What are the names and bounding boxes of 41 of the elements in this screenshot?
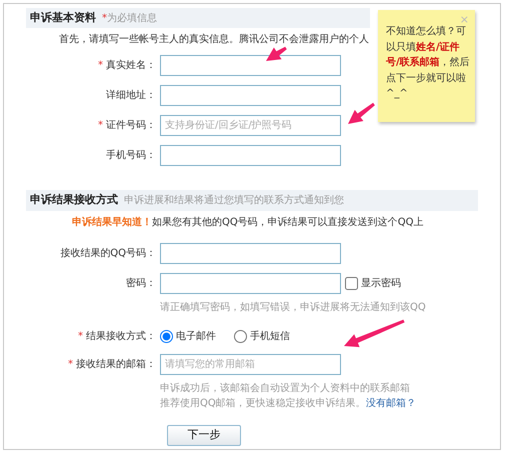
intro-text: 首先，请填写一些帐号主人的真实信息。腾讯公司不会泄露用户的个人: [59, 34, 369, 46]
intro-text: 如果您有其他的QQ号码，申诉结果可以直接发送到这个QQ上: [152, 216, 424, 228]
text-field[interactable]: [160, 55, 341, 76]
required-asterisk: *: [98, 59, 103, 72]
section-title: 申诉基本资料: [30, 11, 96, 26]
no-email-link[interactable]: 没有邮箱？: [366, 398, 416, 409]
notice-lead: 申诉结果早知道！: [72, 216, 152, 228]
field-label: 结果接收方式：: [86, 330, 156, 344]
section-note: *为必填信息: [102, 12, 157, 25]
section-note: 申诉进展和结果将通过您填写的联系方式通知到您: [124, 194, 344, 208]
required-asterisk: *: [98, 119, 103, 132]
checkbox[interactable]: [345, 276, 358, 290]
field-label: 接收结果的邮箱：: [76, 358, 156, 371]
text-field[interactable]: [160, 85, 341, 106]
field-label: 证件号码：: [106, 119, 156, 132]
radio-label: 手机短信: [250, 330, 290, 344]
hint-text: 推荐使用QQ邮箱，更快速稳定接收申诉结果。: [160, 398, 366, 409]
pointer-arrow: [266, 46, 287, 61]
text-field[interactable]: 支持身份证/回乡证/护照号码: [160, 115, 341, 136]
pointer-arrow: [348, 102, 375, 124]
pointer-arrow: [344, 320, 405, 348]
field-label: 接收结果的QQ号码：: [60, 246, 156, 260]
tip-text: 不知道怎么填？可以只填姓名/证件号/联系邮箱，然后点下一步就可以啦^_^: [386, 24, 471, 101]
required-asterisk: *: [68, 358, 73, 371]
text-field[interactable]: 请填写您的常用邮箱: [160, 354, 341, 375]
text-field[interactable]: [160, 242, 341, 264]
radio-label: 电子邮件: [176, 330, 216, 344]
field-label: 手机号码：: [106, 149, 156, 162]
required-asterisk: *: [78, 330, 83, 344]
text-field[interactable]: [160, 272, 341, 294]
field-label: 密码：: [126, 276, 156, 290]
text-field[interactable]: [160, 145, 341, 166]
checkbox-label: 显示密码: [361, 276, 401, 290]
field-label: 详细地址：: [106, 89, 156, 102]
radio-button[interactable]: [160, 330, 173, 344]
field-label: 真实姓名：: [106, 59, 156, 72]
next-button[interactable]: 下一步: [167, 424, 241, 446]
hint-text: 请正确填写密码，如填写错误，申诉进展将无法通知到该QQ: [160, 302, 426, 313]
radio-button[interactable]: [234, 330, 247, 344]
section-title: 申诉结果接收方式: [30, 193, 118, 208]
hint-text: 申诉成功后，该邮箱会自动设置为个人资料中的联系邮箱: [160, 382, 410, 394]
